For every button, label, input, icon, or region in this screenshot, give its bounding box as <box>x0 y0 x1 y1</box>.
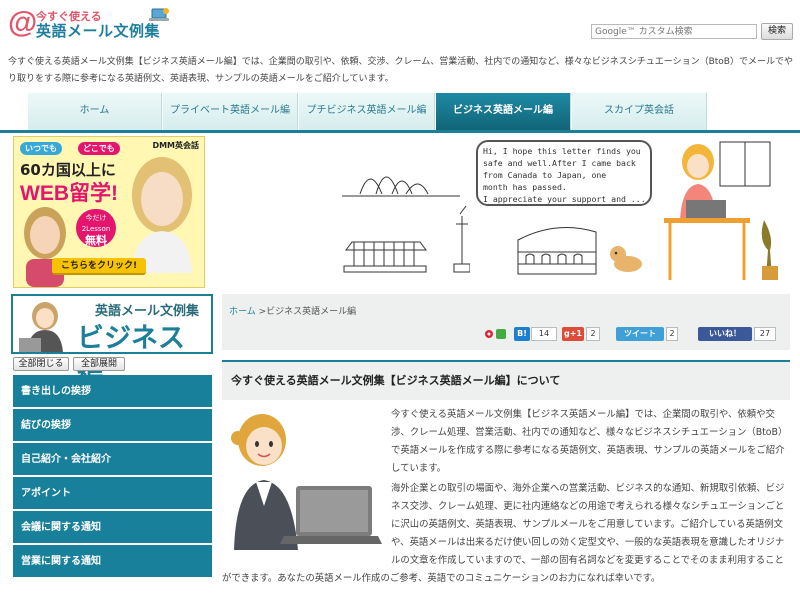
business-edition-banner[interactable]: 英語メール文例集 ビジネス編 <box>11 294 213 392</box>
logo-at-mark: @ <box>8 6 38 39</box>
ad-pill-anywhere: どこでも <box>78 142 120 155</box>
breadcrumb: ホーム >ビジネス英語メール編 <box>229 304 356 317</box>
site-intro: 今すぐ使える英語メール文例集【ビジネス英語メール編】では、企業間の取引や、依頼、… <box>8 57 793 84</box>
article-paragraph-2-wrap: 海外企業との取引の場面や、海外企業への営業活動、ビジネス的な通知、新規取引依頼、… <box>222 480 790 600</box>
sidebar-menu: 書き出しの挨拶 結びの挨拶 自己紹介・会社紹介 アポイント 会議に関する通知 営… <box>13 375 212 579</box>
businesswoman-icon <box>19 302 63 352</box>
ad-brand: DMM英会話 <box>152 141 199 150</box>
article-title: 今すぐ使える英語メール文例集【ビジネス英語メール編】について <box>222 362 790 400</box>
share-icons[interactable] <box>484 327 512 341</box>
ad-free-lesson-badge: 今だけ 2Lesson 無料 <box>76 209 116 247</box>
tweet-button[interactable]: ツイート <box>616 327 664 341</box>
laptop-icon <box>149 8 169 21</box>
tweet-count: 2 <box>666 327 678 341</box>
logo-title: 英語メール文例集 <box>36 22 161 40</box>
landmarks-illustration <box>342 176 470 273</box>
hero-illustration: Hi, I hope this letter finds you safe an… <box>340 136 790 288</box>
breadcrumb-separator: > <box>255 307 267 317</box>
hatena-bookmark-icon[interactable]: B! <box>514 327 530 341</box>
social-share-bar: B! 14 g+1 2 ツイート 2 いいね！ 27 <box>484 326 784 342</box>
colosseum-illustration <box>517 227 597 275</box>
search-input[interactable] <box>591 24 757 39</box>
ad-lesson-top: 今だけ <box>85 214 107 222</box>
gplus-count: 2 <box>586 327 600 341</box>
search-button[interactable]: 検索 <box>761 23 793 40</box>
tab-skype[interactable]: スカイプ英会話 <box>571 93 707 130</box>
ad-woman-right-image <box>132 157 192 273</box>
dog-illustration <box>610 246 642 272</box>
dmm-ad-banner[interactable]: いつでも どこでも DMM英会話 60カ国以上に WEB留学! 今だけ 2Les… <box>13 136 205 288</box>
sidebar-item-meeting-notice[interactable]: 会議に関する通知 <box>13 511 212 545</box>
sidebar-item-appointment[interactable]: アポイント <box>13 477 212 511</box>
sidebar-item-opening-greeting[interactable]: 書き出しの挨拶 <box>13 375 212 409</box>
sidebar-item-closing-greeting[interactable]: 結びの挨拶 <box>13 409 212 443</box>
tab-private[interactable]: プライベート英語メール編 <box>162 93 298 130</box>
sidebar-item-sales-notice[interactable]: 営業に関する通知 <box>13 545 212 579</box>
expand-all-button[interactable]: 全部展開 <box>73 357 125 371</box>
collapse-all-button[interactable]: 全部閉じる <box>13 357 69 371</box>
main-nav: ホーム プライベート英語メール編 プチビジネス英語メール編 ビジネス英語メール編… <box>27 93 707 130</box>
breadcrumb-bar: ホーム >ビジネス英語メール編 B! 14 g+1 2 ツイート 2 いいね！ … <box>222 294 790 350</box>
tab-business[interactable]: ビジネス英語メール編 <box>435 93 571 130</box>
gplus-icon[interactable]: g+1 <box>562 327 584 341</box>
breadcrumb-home-link[interactable]: ホーム <box>229 307 256 317</box>
sidebar-item-introduction[interactable]: 自己紹介・会社紹介 <box>13 443 212 477</box>
like-count: 27 <box>754 327 776 341</box>
hatena-count: 14 <box>531 327 557 341</box>
hero-speech-bubble: Hi, I hope this letter finds you safe an… <box>476 140 652 206</box>
nav-divider <box>0 130 800 133</box>
tab-petit-business[interactable]: プチビジネス英語メール編 <box>298 93 435 130</box>
site-logo[interactable]: @ 今すぐ使える 英語メール文例集 <box>8 6 208 42</box>
ad-lesson-free: 無料 <box>85 234 107 247</box>
breadcrumb-current: ビジネス英語メール編 <box>266 307 357 317</box>
ad-pill-anytime: いつでも <box>20 142 62 155</box>
ad-lesson-mid: 2Lesson <box>81 225 111 233</box>
ad-cta-button[interactable]: こちらをクリック! <box>52 258 146 275</box>
text-wrap-spacer <box>222 480 391 560</box>
woman-at-desk-illustration <box>664 141 778 280</box>
article-paragraph-1: 今すぐ使える英語メール文例集【ビジネス英語メール編】では、企業間の取引や、依頼や… <box>391 409 788 474</box>
tab-home[interactable]: ホーム <box>27 93 162 130</box>
facebook-like-button[interactable]: いいね！ <box>698 327 752 341</box>
